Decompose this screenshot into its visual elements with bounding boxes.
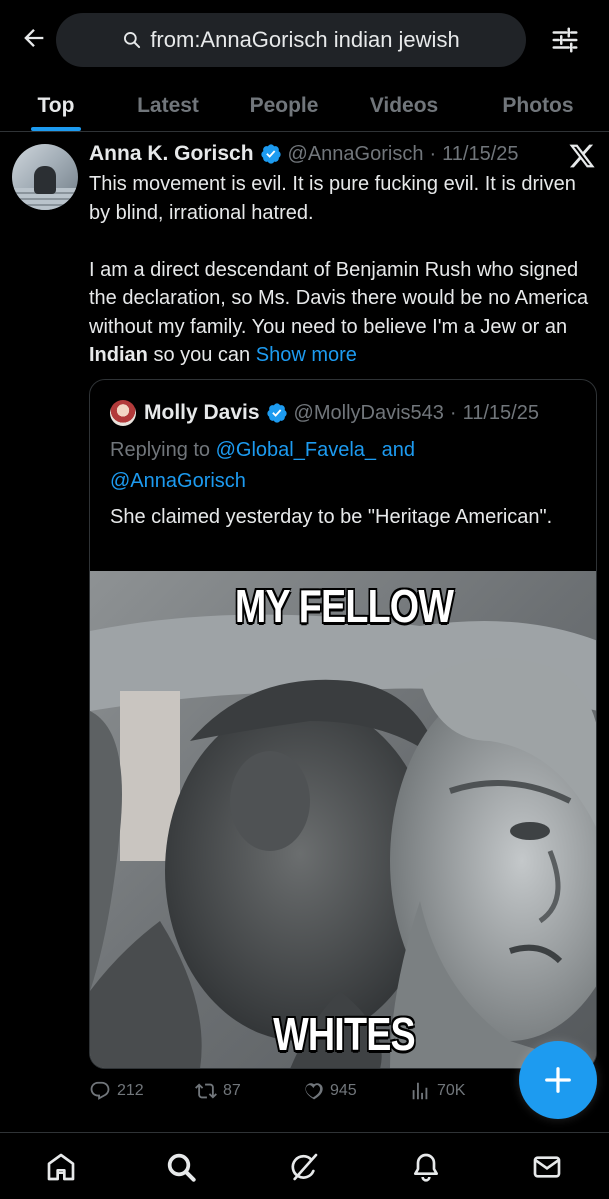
search-filter-button[interactable] xyxy=(546,22,584,58)
avatar[interactable] xyxy=(12,144,78,210)
grok-icon xyxy=(291,1153,318,1181)
post-header: Anna K. Gorisch @AnnaGorisch · 11/15/25 xyxy=(89,140,519,168)
quoted-text: She claimed yesterday to be "Heritage Am… xyxy=(110,506,553,528)
meme-top-caption: MY FELLOW xyxy=(234,580,454,632)
quoted-author-name[interactable]: Molly Davis xyxy=(144,401,260,425)
nav-home[interactable] xyxy=(41,1147,81,1187)
x-logo-icon xyxy=(569,144,595,168)
tab-latest[interactable]: Latest xyxy=(120,80,216,131)
quoted-post[interactable]: Molly Davis @MollyDavis543 · 11/15/25 Re… xyxy=(89,379,597,1069)
tab-label: Videos xyxy=(369,93,439,117)
tab-label: People xyxy=(249,93,319,117)
replying-to-label: Replying to xyxy=(110,439,216,461)
nav-notifications[interactable] xyxy=(406,1147,446,1187)
avatar-figure xyxy=(34,166,56,194)
search-tabs: Top Latest People Videos Photos xyxy=(0,80,609,132)
compose-button[interactable] xyxy=(519,1041,597,1119)
post-date[interactable]: 11/15/25 xyxy=(442,143,518,166)
repost-icon xyxy=(195,1083,217,1099)
reply-button[interactable]: 212 xyxy=(89,1076,144,1106)
repost-button[interactable]: 87 xyxy=(195,1076,241,1106)
verified-badge-icon xyxy=(266,403,287,423)
separator-dot: · xyxy=(449,401,457,424)
highlighted-term: Indian xyxy=(89,344,148,366)
tab-label: Top xyxy=(37,93,75,117)
bell-icon xyxy=(414,1153,438,1182)
heart-icon xyxy=(305,1083,323,1100)
search-icon xyxy=(167,1153,196,1182)
back-arrow-icon xyxy=(24,29,44,47)
post[interactable]: Anna K. Gorisch @AnnaGorisch · 11/15/25 … xyxy=(0,132,609,1122)
tab-videos[interactable]: Videos xyxy=(356,80,452,131)
post-actions: 212 87 945 70K xyxy=(89,1076,509,1106)
tab-photos[interactable]: Photos xyxy=(488,80,588,131)
author-handle[interactable]: @AnnaGorisch xyxy=(288,143,424,166)
active-tab-indicator xyxy=(31,127,81,131)
post-text: This movement is evil. It is pure fuckin… xyxy=(89,170,599,370)
mention-link[interactable]: @AnnaGorisch xyxy=(110,470,246,492)
verified-badge-icon xyxy=(260,144,281,164)
text-run: I am a direct descendant of Benjamin Rus… xyxy=(89,258,589,338)
tab-label: Latest xyxy=(137,93,199,117)
nav-explore[interactable] xyxy=(161,1147,201,1187)
nav-grok[interactable] xyxy=(284,1147,324,1187)
like-button[interactable]: 945 xyxy=(302,1076,357,1106)
like-count: 945 xyxy=(330,1082,357,1099)
tab-top[interactable]: Top xyxy=(18,80,94,131)
views-button[interactable]: 70K xyxy=(409,1076,465,1106)
views-icon xyxy=(412,1082,428,1100)
quoted-date[interactable]: 11/15/25 xyxy=(463,402,539,425)
quoted-avatar[interactable] xyxy=(110,400,136,426)
home-icon xyxy=(47,1153,75,1181)
view-count: 70K xyxy=(437,1082,466,1099)
search-input[interactable]: from:AnnaGorisch indian jewish xyxy=(56,13,526,67)
quoted-header: Molly Davis @MollyDavis543 · 11/15/25 xyxy=(144,398,539,428)
show-more-link[interactable]: Show more xyxy=(256,344,357,366)
top-bar: from:AnnaGorisch indian jewish xyxy=(0,0,609,80)
reply-count: 212 xyxy=(117,1082,144,1099)
meme-bottom-caption: WHITES xyxy=(273,1008,416,1060)
post-paragraph: This movement is evil. It is pure fuckin… xyxy=(89,173,576,224)
repost-count: 87 xyxy=(223,1082,241,1099)
quoted-handle[interactable]: @MollyDavis543 xyxy=(294,402,444,425)
post-paragraph: I am a direct descendant of Benjamin Rus… xyxy=(89,256,599,370)
filter-sliders-icon xyxy=(552,27,578,53)
separator-dot: · xyxy=(429,142,437,165)
mention-link[interactable]: @Global_Favela_ and xyxy=(216,439,415,461)
mail-icon xyxy=(533,1156,561,1178)
search-icon xyxy=(124,32,141,49)
back-button[interactable] xyxy=(16,20,52,56)
plus-icon xyxy=(545,1067,571,1093)
replying-to: Replying to @Global_Favela_ and @AnnaGor… xyxy=(110,435,580,497)
meme-image[interactable]: MY FELLOW WHITES xyxy=(90,571,596,1068)
tab-label: Photos xyxy=(502,93,574,117)
author-name[interactable]: Anna K. Gorisch xyxy=(89,142,254,166)
nav-messages[interactable] xyxy=(527,1147,567,1187)
search-query: from:AnnaGorisch indian jewish xyxy=(150,27,460,52)
statue-illustration xyxy=(90,571,596,1068)
tab-people[interactable]: People xyxy=(236,80,332,131)
bottom-navigation xyxy=(0,1132,609,1199)
text-run: so you can xyxy=(147,344,256,366)
reply-icon xyxy=(90,1081,110,1100)
